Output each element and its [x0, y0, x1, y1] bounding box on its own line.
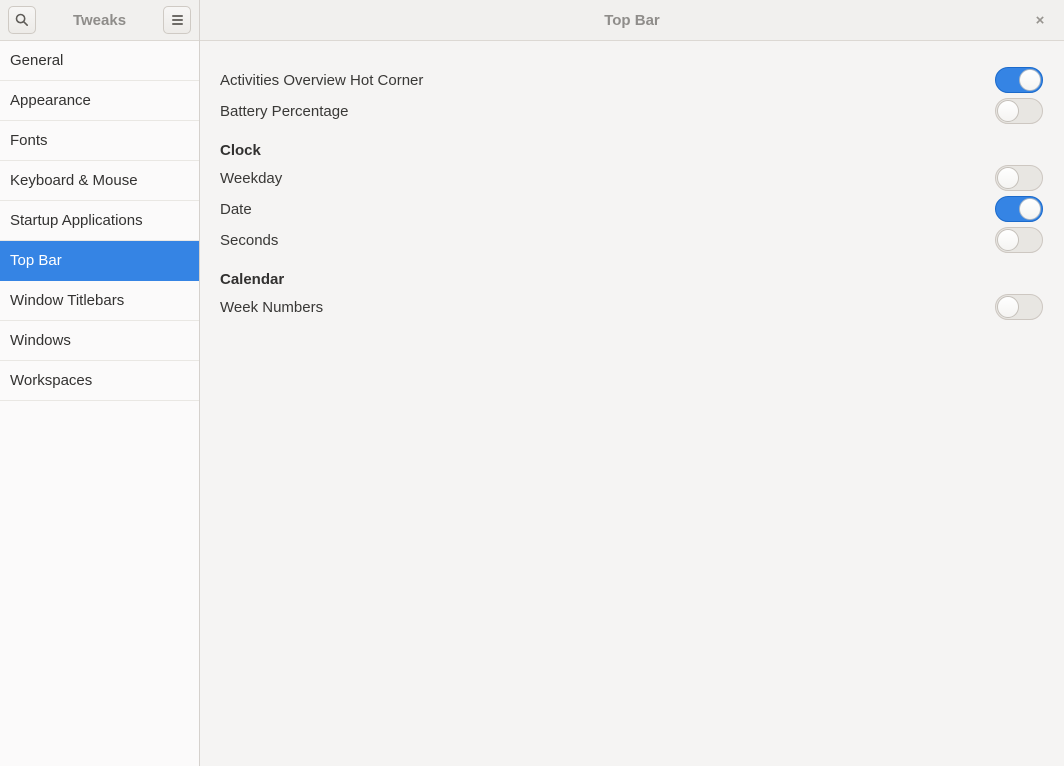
- sidebar-item-keyboard-mouse[interactable]: Keyboard & Mouse: [0, 161, 199, 201]
- sidebar-item-startup-applications[interactable]: Startup Applications: [0, 201, 199, 241]
- section-heading-clock: Clock: [220, 142, 1043, 160]
- toggle-switch-seconds[interactable]: [995, 227, 1043, 253]
- sidebar-item-label: Window Titlebars: [10, 292, 124, 309]
- setting-label: Battery Percentage: [220, 103, 348, 120]
- toggle-knob: [997, 167, 1019, 189]
- setting-row-activities-overview-hot-corner: Activities Overview Hot Corner: [220, 67, 1043, 93]
- settings-content: Activities Overview Hot Corner Battery P…: [200, 41, 1064, 325]
- sidebar-nav-list: General Appearance Fonts Keyboard & Mous…: [0, 41, 199, 401]
- toggle-knob: [997, 100, 1019, 122]
- main-pane: Top Bar × Activities Overview Hot Corner…: [200, 0, 1064, 766]
- sidebar-item-label: Startup Applications: [10, 212, 143, 229]
- setting-label: Activities Overview Hot Corner: [220, 72, 423, 89]
- section-heading-calendar: Calendar: [220, 271, 1043, 289]
- toggle-knob: [1019, 69, 1041, 91]
- toggle-switch-battery-percentage[interactable]: [995, 98, 1043, 124]
- sidebar-item-appearance[interactable]: Appearance: [0, 81, 199, 121]
- search-button[interactable]: [8, 6, 36, 34]
- setting-row-seconds: Seconds: [220, 227, 1043, 253]
- hamburger-menu-icon: [172, 15, 183, 25]
- search-icon: [14, 12, 30, 28]
- toggle-knob: [997, 229, 1019, 251]
- toggle-switch-activities-overview-hot-corner[interactable]: [995, 67, 1043, 93]
- sidebar-item-label: Appearance: [10, 92, 91, 109]
- sidebar-item-windows[interactable]: Windows: [0, 321, 199, 361]
- setting-row-date: Date: [220, 196, 1043, 222]
- setting-row-weekday: Weekday: [220, 165, 1043, 191]
- tweaks-window: Tweaks General Appearance Fonts Keyboard…: [0, 0, 1064, 766]
- sidebar-item-label: Top Bar: [10, 252, 62, 269]
- sidebar-item-top-bar[interactable]: Top Bar: [0, 241, 199, 281]
- sidebar-item-label: General: [10, 52, 63, 69]
- close-icon: ×: [1036, 13, 1045, 28]
- setting-row-week-numbers: Week Numbers: [220, 294, 1043, 320]
- setting-label: Seconds: [220, 232, 278, 249]
- sidebar-headerbar: Tweaks: [0, 0, 199, 41]
- setting-row-battery-percentage: Battery Percentage: [220, 98, 1043, 124]
- sidebar-item-label: Windows: [10, 332, 71, 349]
- close-button[interactable]: ×: [1028, 0, 1052, 40]
- sidebar-item-label: Fonts: [10, 132, 48, 149]
- toggle-switch-weekday[interactable]: [995, 165, 1043, 191]
- sidebar-item-general[interactable]: General: [0, 41, 199, 81]
- setting-label: Week Numbers: [220, 299, 323, 316]
- page-title: Top Bar: [604, 12, 660, 29]
- sidebar-item-label: Workspaces: [10, 372, 92, 389]
- main-headerbar: Top Bar ×: [200, 0, 1064, 41]
- setting-label: Date: [220, 201, 252, 218]
- toggle-switch-week-numbers[interactable]: [995, 294, 1043, 320]
- toggle-knob: [1019, 198, 1041, 220]
- toggle-knob: [997, 296, 1019, 318]
- primary-menu-button[interactable]: [163, 6, 191, 34]
- sidebar-item-window-titlebars[interactable]: Window Titlebars: [0, 281, 199, 321]
- setting-label: Weekday: [220, 170, 282, 187]
- toggle-switch-date[interactable]: [995, 196, 1043, 222]
- sidebar-item-fonts[interactable]: Fonts: [0, 121, 199, 161]
- sidebar-item-label: Keyboard & Mouse: [10, 172, 138, 189]
- sidebar-item-workspaces[interactable]: Workspaces: [0, 361, 199, 401]
- sidebar: Tweaks General Appearance Fonts Keyboard…: [0, 0, 200, 766]
